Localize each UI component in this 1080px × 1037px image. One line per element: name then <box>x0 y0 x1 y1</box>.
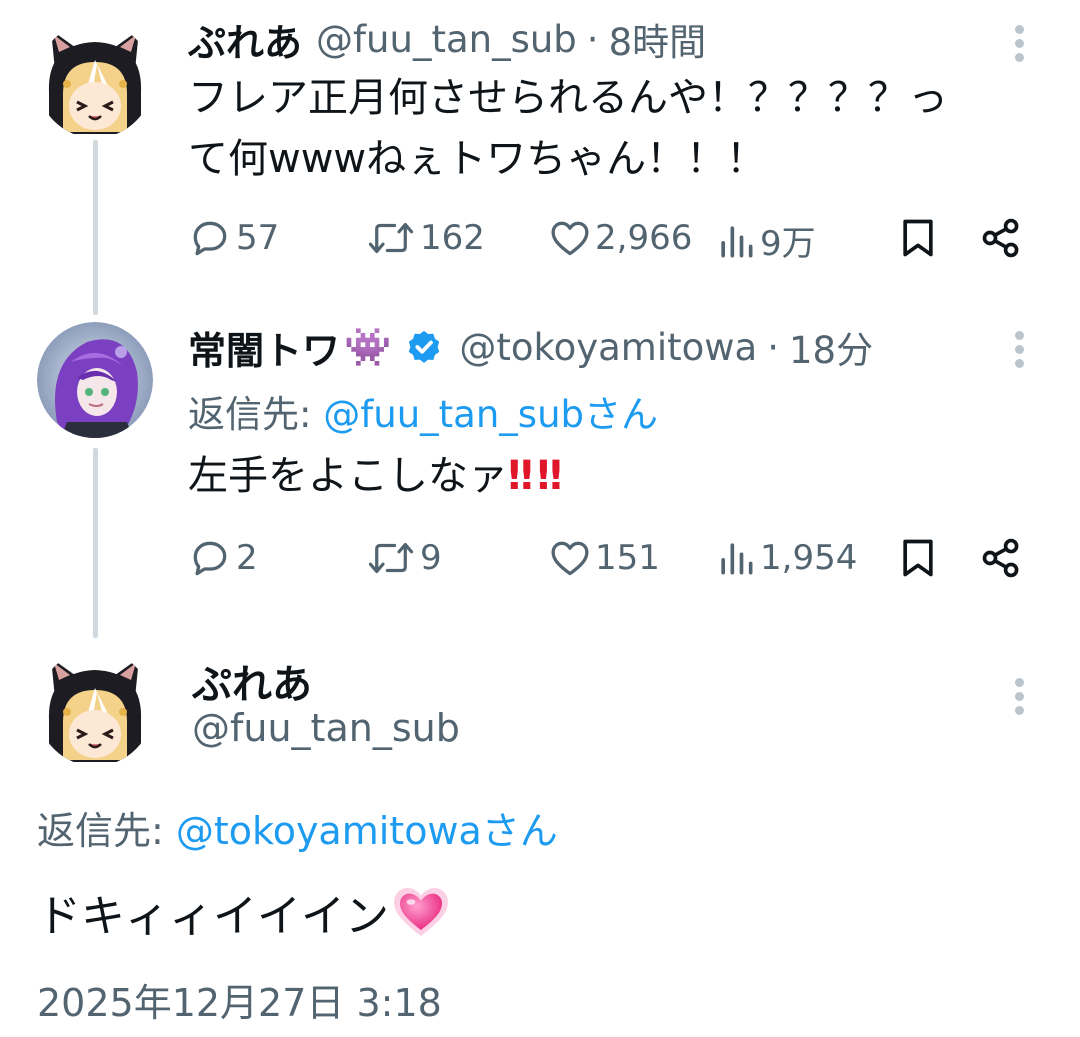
reply-prefix: 返信先: <box>37 809 176 853</box>
more-icon[interactable] <box>1013 326 1025 373</box>
thread-line <box>93 448 98 638</box>
separator: · <box>586 17 599 61</box>
more-icon[interactable] <box>1013 673 1025 720</box>
like-button[interactable]: 2,966 <box>547 216 692 260</box>
reply-prefix: 返信先: <box>188 393 324 436</box>
retweet-count: 9 <box>420 538 442 578</box>
tweet-text-line: フレア正月何させられるんや！？？？？っ <box>188 75 948 121</box>
bookmark-button[interactable] <box>899 216 937 264</box>
like-button[interactable]: 151 <box>547 536 660 580</box>
retweet-button[interactable]: 162 <box>366 216 485 260</box>
retweet-icon <box>368 543 414 573</box>
display-name[interactable]: 常闇トワ <box>188 320 340 375</box>
like-icon <box>551 221 589 256</box>
share-icon <box>982 538 1019 578</box>
retweet-button[interactable]: 9 <box>366 536 442 580</box>
more-icon[interactable] <box>1013 20 1025 67</box>
user-handle[interactable]: @fuu_tan_sub <box>192 706 460 750</box>
timestamp[interactable]: 18分 <box>789 320 873 374</box>
views-count: 1,954 <box>760 538 858 578</box>
tweet-text-line: ドキィィイイイン <box>37 891 389 942</box>
tweet-text-line: て何wwwねぇトワちゃん！！！ <box>188 136 767 182</box>
share-icon <box>982 218 1019 258</box>
tweet-timestamp[interactable]: 2025年12月27日 3:18 <box>37 972 442 1027</box>
reply-context: 返信先: @tokoyamitowaさん <box>37 800 558 855</box>
retweet-count: 162 <box>420 218 485 258</box>
timestamp[interactable]: 8時間 <box>609 12 707 66</box>
tweet-text: 左手をよこしなァ‼‼ <box>188 446 566 507</box>
views-icon <box>721 543 753 575</box>
share-button[interactable] <box>979 216 1023 264</box>
avatar[interactable] <box>37 650 153 766</box>
thread-line <box>93 140 98 315</box>
like-icon <box>551 541 589 576</box>
user-handle[interactable]: @fuu_tan_sub <box>316 18 577 61</box>
like-count: 2,966 <box>595 218 693 258</box>
views-icon <box>721 225 753 257</box>
reply-button[interactable]: 57 <box>188 216 279 260</box>
verified-badge-icon[interactable] <box>405 328 443 366</box>
tweet-text-line: 左手をよこしなァ <box>188 453 508 499</box>
reply-icon <box>193 221 227 256</box>
views-button[interactable]: 1,954 <box>716 536 857 580</box>
reply-count: 57 <box>236 218 280 258</box>
reply-icon <box>193 541 227 576</box>
display-name[interactable]: ぷれあ <box>188 12 302 67</box>
reply-count: 2 <box>236 538 258 578</box>
bookmark-button[interactable] <box>899 536 937 584</box>
tweet-text: フレア正月何させられるんや！？？？？っ て何wwwねぇトワちゃん！！！ <box>188 68 1028 190</box>
tweet-text: ドキィィイイイン <box>37 880 451 944</box>
tweet-header: ぷれあ @fuu_tan_sub · 8時間 <box>188 12 707 67</box>
retweet-icon <box>368 223 414 254</box>
tweet-header: 常闇トワ 👾 @tokoyamitowa · 18分 <box>188 320 873 375</box>
display-name[interactable]: ぷれあ <box>192 652 312 710</box>
avatar[interactable] <box>37 22 153 138</box>
views-count: 9万 <box>760 224 816 264</box>
user-handle[interactable]: @tokoyamitowa <box>459 326 757 369</box>
sparkling-heart-icon <box>394 888 448 936</box>
bookmark-icon <box>903 539 933 577</box>
like-count: 151 <box>595 538 660 578</box>
double-exclamation-emoji: ‼‼ <box>508 453 567 499</box>
separator: · <box>767 325 779 369</box>
bookmark-icon <box>903 219 933 257</box>
reply-mention-link[interactable]: @tokoyamitowaさん <box>176 809 558 853</box>
reply-context: 返信先: @fuu_tan_subさん <box>188 384 658 438</box>
share-button[interactable] <box>979 536 1023 584</box>
reply-button[interactable]: 2 <box>188 536 258 580</box>
alien-monster-emoji: 👾 <box>344 324 392 369</box>
avatar[interactable] <box>37 322 153 438</box>
views-button[interactable]: 9万 <box>716 216 816 265</box>
reply-mention-link[interactable]: @fuu_tan_subさん <box>323 393 658 436</box>
